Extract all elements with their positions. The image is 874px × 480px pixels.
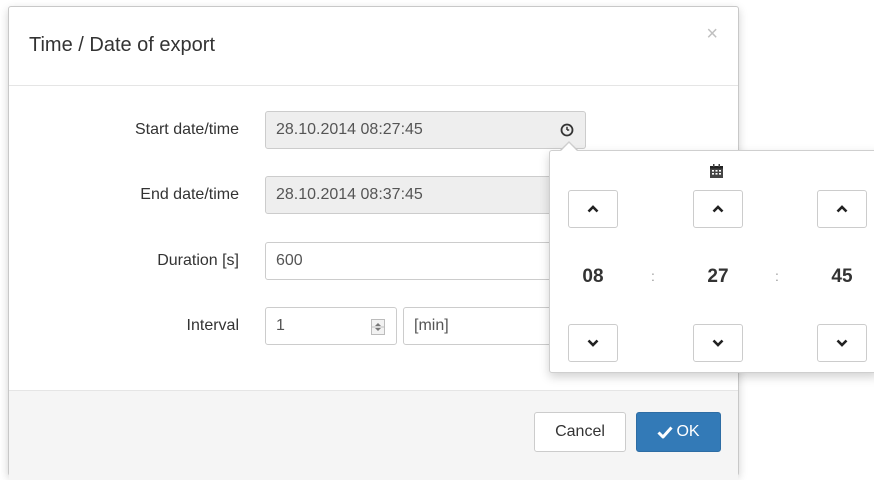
minutes-decrement-button[interactable]: [693, 324, 743, 362]
start-datetime-label: Start date/time: [134, 121, 239, 138]
seconds-decrement-button[interactable]: [817, 324, 867, 362]
check-icon: [657, 425, 674, 439]
ok-label: OK: [676, 423, 700, 440]
chevron-up-icon: [587, 205, 599, 213]
picker-arrow-fill: [561, 143, 577, 151]
dialog-title: Time / Date of export: [29, 34, 215, 56]
duration-input[interactable]: 600: [265, 242, 565, 280]
duration-label: Duration [s]: [157, 252, 239, 269]
time-picker-popover: 08 : 27 : 45: [549, 150, 874, 373]
start-datetime-input[interactable]: 28.10.2014 08:27:45: [265, 111, 551, 149]
interval-spinner[interactable]: [371, 319, 385, 335]
seconds-increment-button[interactable]: [817, 190, 867, 228]
chevron-down-icon: [836, 339, 848, 347]
hours-value[interactable]: 08: [563, 266, 623, 288]
interval-number-input[interactable]: 1: [265, 307, 397, 345]
time-separator: :: [651, 268, 655, 284]
chevron-up-icon: [836, 205, 848, 213]
cancel-button[interactable]: Cancel: [534, 412, 626, 452]
dialog-header: Time / Date of export ×: [9, 7, 738, 86]
hours-increment-button[interactable]: [568, 190, 618, 228]
chevron-down-icon: [587, 339, 599, 347]
close-button[interactable]: ×: [706, 24, 718, 44]
spinner-arrows-icon: [372, 323, 384, 331]
chevron-down-icon: [712, 339, 724, 347]
interval-unit-select[interactable]: [min]: [403, 307, 563, 345]
interval-label: Interval: [186, 317, 239, 334]
end-datetime-input[interactable]: 28.10.2014 08:37:45: [265, 176, 551, 214]
minutes-increment-button[interactable]: [693, 190, 743, 228]
hours-decrement-button[interactable]: [568, 324, 618, 362]
ok-button[interactable]: OK: [636, 412, 721, 452]
dialog-footer: Cancel OK: [9, 390, 738, 480]
interval-value: 1: [276, 317, 285, 334]
start-datetime-row: Start date/time 28.10.2014 08:27:45: [9, 111, 738, 149]
minutes-value[interactable]: 27: [688, 266, 748, 288]
chevron-up-icon: [712, 205, 724, 213]
seconds-value[interactable]: 45: [812, 266, 872, 288]
calendar-icon[interactable]: [709, 163, 725, 179]
time-separator: :: [775, 268, 779, 284]
end-datetime-label: End date/time: [140, 186, 239, 203]
